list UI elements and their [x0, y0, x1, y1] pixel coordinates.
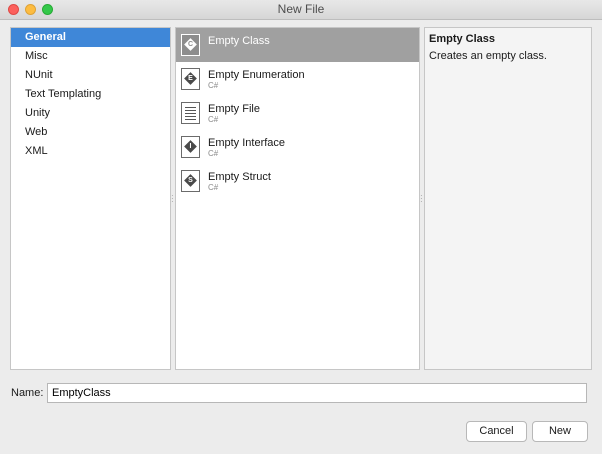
template-list[interactable]: C Empty Class E Empty Enumeration C# Emp…	[175, 27, 420, 370]
template-item-empty-interface[interactable]: I Empty Interface C#	[176, 130, 419, 164]
category-item-web[interactable]: Web	[11, 123, 170, 142]
template-item-empty-enumeration[interactable]: E Empty Enumeration C#	[176, 62, 419, 96]
struct-icon: S	[181, 170, 200, 192]
template-language: C#	[208, 115, 219, 124]
template-name: Empty Enumeration	[208, 69, 305, 81]
category-item-misc[interactable]: Misc	[11, 47, 170, 66]
category-item-nunit[interactable]: NUnit	[11, 66, 170, 85]
splitter-handle[interactable]: · · ·	[420, 192, 423, 206]
cancel-button[interactable]: Cancel	[466, 421, 527, 442]
title-bar: New File	[0, 0, 602, 20]
new-button[interactable]: New	[532, 421, 588, 442]
description-panel: Empty Class Creates an empty class.	[424, 27, 592, 370]
interface-icon: I	[181, 136, 200, 158]
file-icon	[181, 102, 200, 124]
template-language: C#	[208, 81, 219, 90]
template-item-empty-class[interactable]: C Empty Class	[176, 28, 419, 62]
splitter-handle[interactable]: · · ·	[171, 192, 174, 206]
name-label: Name:	[11, 387, 44, 399]
category-item-text-templating[interactable]: Text Templating	[11, 85, 170, 104]
category-item-general[interactable]: General	[11, 28, 170, 47]
enum-icon: E	[181, 68, 200, 90]
template-name: Empty Interface	[208, 137, 286, 149]
category-list[interactable]: General Misc NUnit Text Templating Unity…	[10, 27, 171, 370]
template-name: Empty File	[208, 103, 260, 115]
window-title: New File	[277, 2, 325, 16]
description-title: Empty Class	[429, 33, 496, 45]
template-item-empty-file[interactable]: Empty File C#	[176, 96, 419, 130]
template-item-empty-struct[interactable]: S Empty Struct C#	[176, 164, 419, 198]
class-icon: C	[181, 34, 200, 56]
category-item-xml[interactable]: XML	[11, 142, 170, 161]
template-name: Empty Class	[208, 35, 270, 47]
template-name: Empty Struct	[208, 171, 271, 183]
template-language: C#	[208, 149, 219, 158]
template-language: C#	[208, 183, 219, 192]
category-item-unity[interactable]: Unity	[11, 104, 170, 123]
name-input[interactable]	[47, 383, 587, 403]
description-text: Creates an empty class.	[429, 50, 547, 62]
